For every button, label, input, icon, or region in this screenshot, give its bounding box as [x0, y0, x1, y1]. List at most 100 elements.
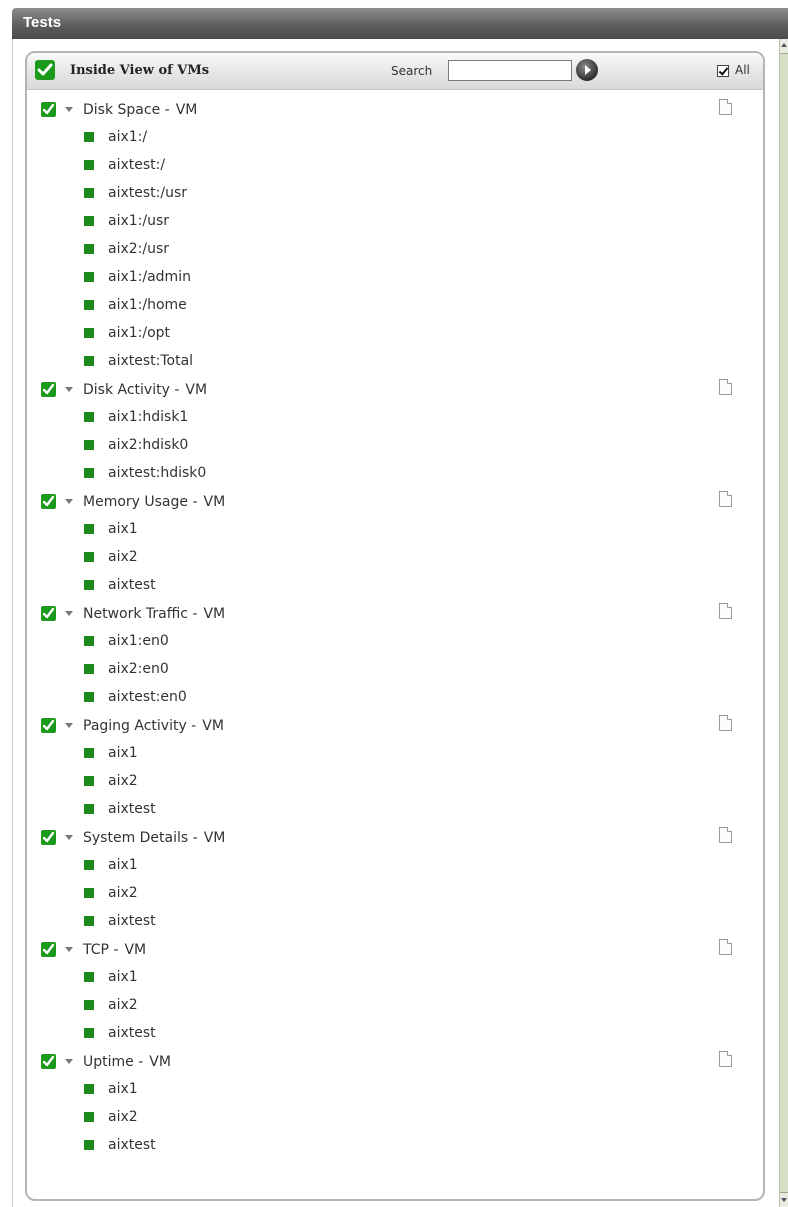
test-item-label[interactable]: aixtest — [108, 801, 156, 817]
test-item-label[interactable]: aixtest:en0 — [108, 689, 187, 705]
test-item-row[interactable]: aixtest — [27, 569, 763, 597]
test-item-label[interactable]: aix1:hdisk1 — [108, 409, 188, 425]
test-item-row[interactable]: aixtest — [27, 793, 763, 821]
test-item-row[interactable]: aix2:hdisk0 — [27, 429, 763, 457]
test-group-row[interactable]: Network Traffic - VM — [27, 597, 763, 625]
test-item-label[interactable]: aix2 — [108, 1109, 138, 1125]
test-item-label[interactable]: aix1:/usr — [108, 213, 169, 229]
collapse-arrow-icon[interactable] — [65, 107, 73, 112]
group-label[interactable]: System Details - VM — [83, 830, 225, 846]
test-item-row[interactable]: aix1 — [27, 1073, 763, 1101]
test-item-label[interactable]: aix1:en0 — [108, 633, 169, 649]
test-group-row[interactable]: Disk Space - VM — [27, 93, 763, 121]
test-item-row[interactable]: aixtest — [27, 1017, 763, 1045]
group-label[interactable]: TCP - VM — [83, 942, 146, 958]
test-item-label[interactable]: aix2 — [108, 773, 138, 789]
group-checkbox-icon[interactable] — [41, 102, 56, 117]
test-item-row[interactable]: aix1:en0 — [27, 625, 763, 653]
test-item-label[interactable]: aix2 — [108, 549, 138, 565]
group-label[interactable]: Uptime - VM — [83, 1054, 171, 1070]
test-item-row[interactable]: aix2 — [27, 877, 763, 905]
test-group-row[interactable]: TCP - VM — [27, 933, 763, 961]
collapse-arrow-icon[interactable] — [65, 1059, 73, 1064]
test-item-label[interactable]: aix1 — [108, 857, 138, 873]
test-item-label[interactable]: aixtest — [108, 913, 156, 929]
collapse-arrow-icon[interactable] — [65, 499, 73, 504]
test-item-label[interactable]: aix1:/admin — [108, 269, 191, 285]
test-item-label[interactable]: aix1 — [108, 969, 138, 985]
collapse-arrow-icon[interactable] — [65, 835, 73, 840]
test-item-label[interactable]: aix2:hdisk0 — [108, 437, 188, 453]
document-icon[interactable] — [719, 379, 732, 395]
test-item-label[interactable]: aix1:/ — [108, 129, 147, 145]
test-item-row[interactable]: aixtest:hdisk0 — [27, 457, 763, 485]
test-item-row[interactable]: aix1 — [27, 849, 763, 877]
group-checkbox-icon[interactable] — [41, 1054, 56, 1069]
test-item-label[interactable]: aixtest — [108, 1137, 156, 1153]
test-item-row[interactable]: aix2 — [27, 989, 763, 1017]
vertical-scrollbar[interactable] — [779, 39, 788, 1207]
test-item-label[interactable]: aixtest:/ — [108, 157, 165, 173]
test-item-row[interactable]: aix1:/usr — [27, 205, 763, 233]
test-item-row[interactable]: aix1:/admin — [27, 261, 763, 289]
collapse-arrow-icon[interactable] — [65, 611, 73, 616]
test-item-label[interactable]: aix2:en0 — [108, 661, 169, 677]
test-group-row[interactable]: System Details - VM — [27, 821, 763, 849]
test-item-row[interactable]: aix2 — [27, 1101, 763, 1129]
test-item-row[interactable]: aix1:hdisk1 — [27, 401, 763, 429]
test-item-row[interactable]: aix2 — [27, 765, 763, 793]
test-item-row[interactable]: aix2:/usr — [27, 233, 763, 261]
test-item-label[interactable]: aix2 — [108, 885, 138, 901]
document-icon[interactable] — [719, 715, 732, 731]
test-item-label[interactable]: aixtest:hdisk0 — [108, 465, 206, 481]
test-item-row[interactable]: aix1 — [27, 737, 763, 765]
test-item-row[interactable]: aixtest:Total — [27, 345, 763, 373]
group-checkbox-icon[interactable] — [41, 830, 56, 845]
test-item-label[interactable]: aix2 — [108, 997, 138, 1013]
test-group-row[interactable]: Paging Activity - VM — [27, 709, 763, 737]
test-item-row[interactable]: aix1:/opt — [27, 317, 763, 345]
group-checkbox-icon[interactable] — [41, 942, 56, 957]
document-icon[interactable] — [719, 827, 732, 843]
group-checkbox-icon[interactable] — [41, 494, 56, 509]
test-item-row[interactable]: aixtest — [27, 905, 763, 933]
test-item-label[interactable]: aix1 — [108, 521, 138, 537]
all-checkbox[interactable] — [717, 65, 729, 77]
scroll-up-arrow-icon[interactable] — [780, 39, 788, 54]
test-item-row[interactable]: aixtest:/usr — [27, 177, 763, 205]
group-checkbox-icon[interactable] — [41, 718, 56, 733]
test-item-label[interactable]: aix1:/home — [108, 297, 187, 313]
group-label[interactable]: Memory Usage - VM — [83, 494, 225, 510]
test-item-row[interactable]: aixtest:en0 — [27, 681, 763, 709]
scroll-down-arrow-icon[interactable] — [780, 1192, 788, 1207]
document-icon[interactable] — [719, 939, 732, 955]
document-icon[interactable] — [719, 491, 732, 507]
group-label[interactable]: Disk Activity - VM — [83, 382, 207, 398]
test-item-row[interactable]: aixtest — [27, 1129, 763, 1157]
document-icon[interactable] — [719, 603, 732, 619]
test-item-row[interactable]: aix1 — [27, 513, 763, 541]
test-item-row[interactable]: aixtest:/ — [27, 149, 763, 177]
test-item-label[interactable]: aix2:/usr — [108, 241, 169, 257]
test-item-row[interactable]: aix1 — [27, 961, 763, 989]
collapse-arrow-icon[interactable] — [65, 723, 73, 728]
search-input[interactable] — [448, 60, 572, 81]
search-go-icon[interactable] — [576, 59, 598, 81]
test-item-label[interactable]: aixtest:Total — [108, 353, 193, 369]
collapse-arrow-icon[interactable] — [65, 387, 73, 392]
test-item-row[interactable]: aix2:en0 — [27, 653, 763, 681]
select-all-checkbox-icon[interactable] — [35, 60, 55, 80]
test-item-label[interactable]: aixtest — [108, 1025, 156, 1041]
group-label[interactable]: Paging Activity - VM — [83, 718, 224, 734]
test-item-label[interactable]: aix1 — [108, 745, 138, 761]
group-label[interactable]: Network Traffic - VM — [83, 606, 225, 622]
test-group-row[interactable]: Disk Activity - VM — [27, 373, 763, 401]
group-checkbox-icon[interactable] — [41, 606, 56, 621]
test-item-label[interactable]: aixtest:/usr — [108, 185, 187, 201]
test-group-row[interactable]: Memory Usage - VM — [27, 485, 763, 513]
document-icon[interactable] — [719, 1051, 732, 1067]
test-group-row[interactable]: Uptime - VM — [27, 1045, 763, 1073]
group-checkbox-icon[interactable] — [41, 382, 56, 397]
document-icon[interactable] — [719, 99, 732, 115]
collapse-arrow-icon[interactable] — [65, 947, 73, 952]
